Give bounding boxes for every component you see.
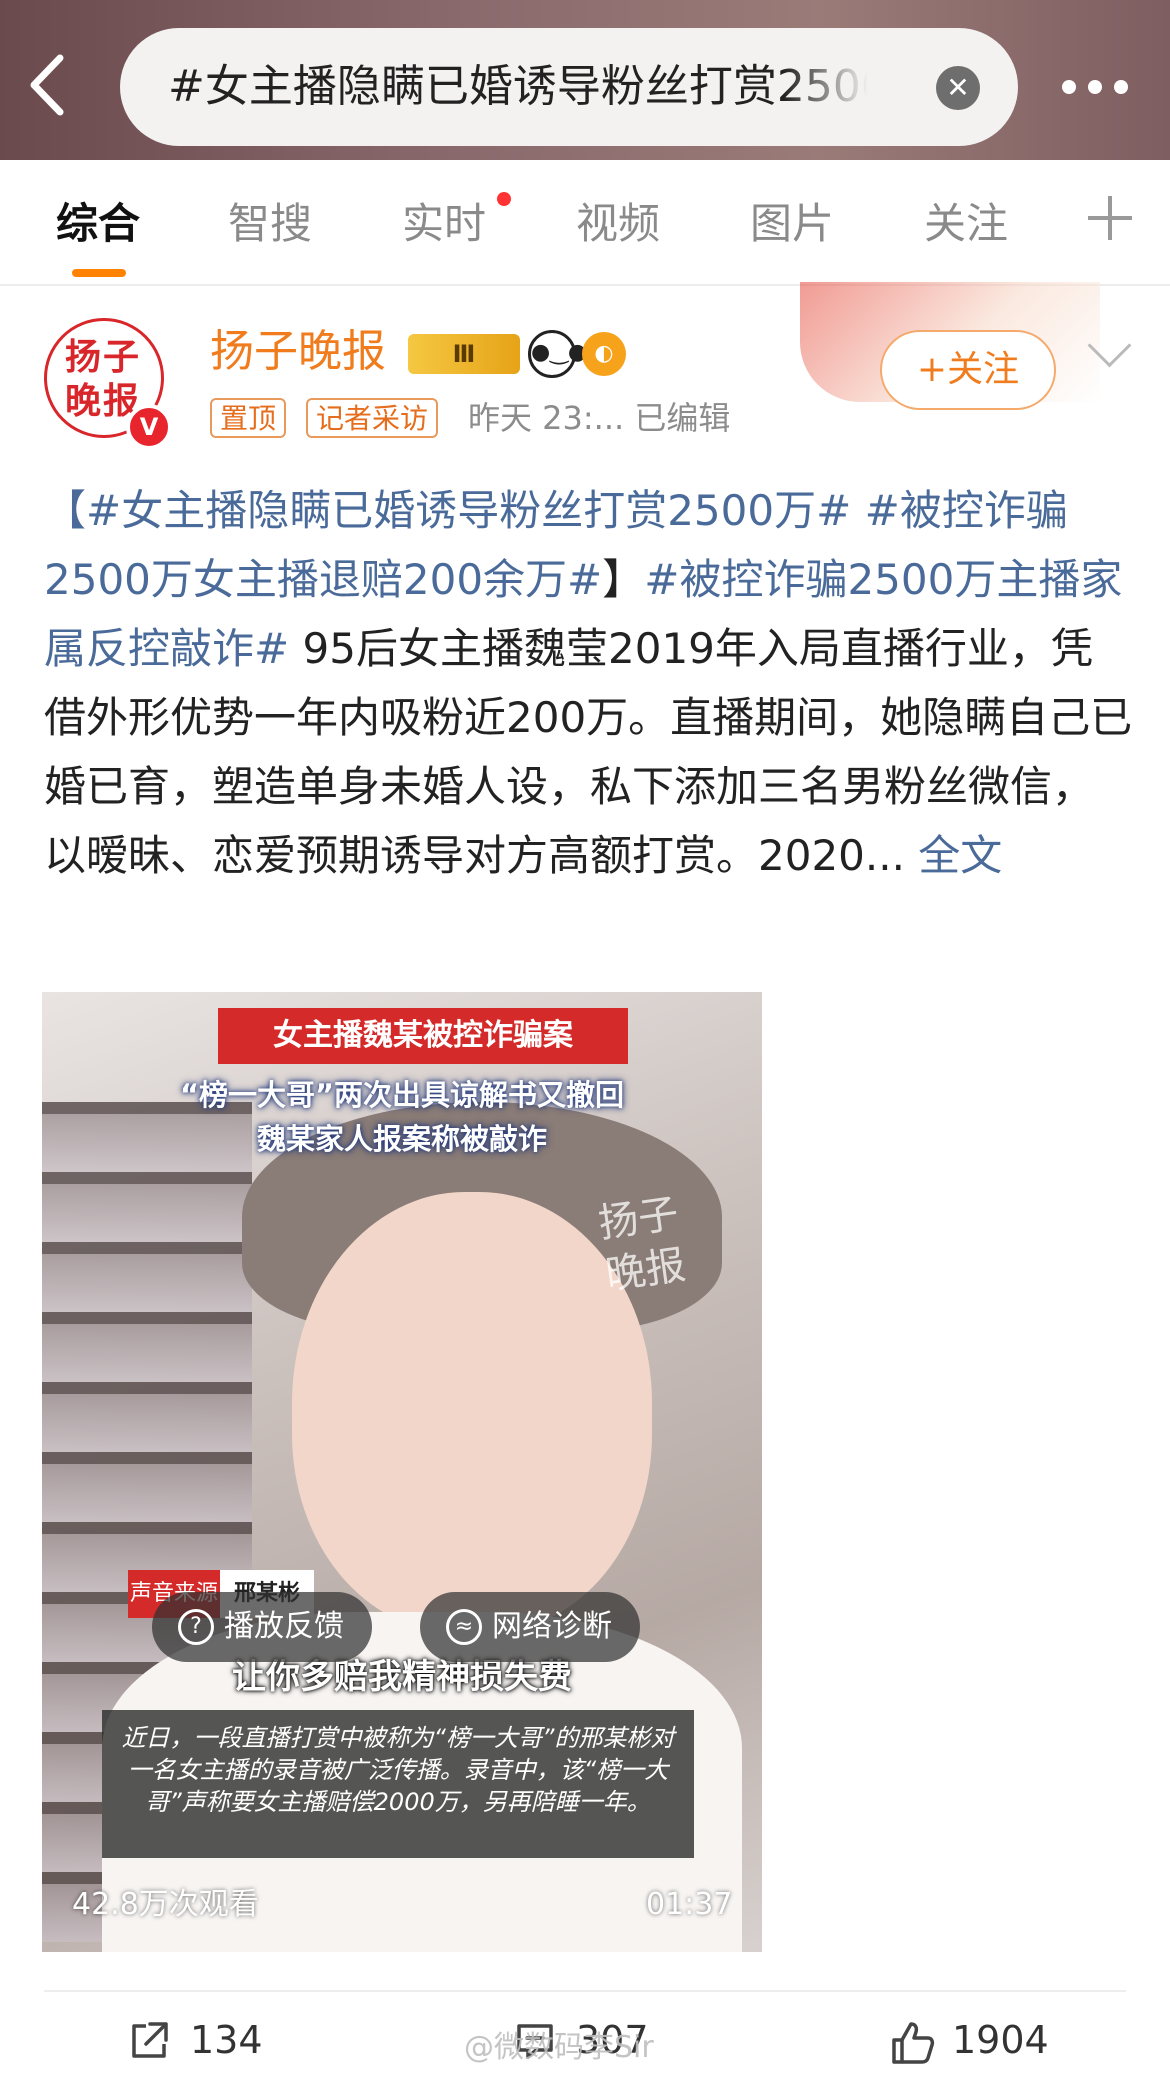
dot-icon [1114,80,1128,94]
video-player[interactable]: 女主播魏某被控诈骗案 “榜一大哥”两次出具谅解书又撤回 魏某家人报案称被敲诈 扬… [42,992,762,1952]
dot-icon [1088,80,1102,94]
search-query[interactable]: #女主播隐瞒已婚诱导粉丝打赏2500 [168,28,868,146]
tab-comprehensive[interactable]: 综合 [56,196,140,252]
thumbs-up-icon [892,2022,935,2064]
network-diagnose-button[interactable]: ≈ 网络诊断 [420,1592,640,1662]
video-subject-face [292,1192,652,1632]
screenshot-watermark: @微数码李Sir [464,2030,654,2065]
tab-video[interactable]: 视频 [576,196,660,252]
fish-badge-icon[interactable]: ◐ [582,332,626,376]
view-count: 42.8万次观看 [72,1887,259,1922]
top-bar: #女主播隐瞒已婚诱导粉丝打赏2500 ✕ [0,0,1170,160]
pinned-tag: 置顶 [210,398,287,438]
chevron-left-icon [30,54,64,116]
tab-smart-search[interactable]: 智搜 [228,196,312,252]
author-name[interactable]: 扬子晚报 [210,322,386,382]
verified-icon: V [126,404,172,450]
reporter-tag: 记者采访 [306,398,439,438]
close-icon: ✕ [946,71,970,104]
post-text: 【#女主播隐瞒已婚诱导粉丝打赏2500万# #被控诈骗2500万女主播退赔200… [44,476,1134,890]
read-full-link[interactable]: 全文 [918,831,1002,880]
question-icon: ? [178,1609,214,1645]
crown-badge-icon[interactable]: Ⅲ [408,334,520,374]
video-watermark: 扬子晚报 [595,1190,689,1299]
like-count: 1904 [952,2018,1049,2062]
share-button[interactable]: 134 [128,2010,288,2070]
tab-images[interactable]: 图片 [750,196,834,252]
video-duration: 01:37 [646,1887,733,1922]
hashtag-link[interactable]: 【#女主播隐瞒已婚诱导粉丝打赏2500万# [44,486,851,535]
video-caption: 让你多赔我精神损失费 [232,1657,572,1697]
wifi-icon: ≈ [446,1609,482,1645]
share-count: 134 [190,2018,263,2062]
active-tab-indicator [72,269,126,277]
new-content-dot [497,192,511,206]
panda-badge-icon[interactable]: ●‿● [528,330,587,378]
dot-icon [1062,80,1076,94]
clear-search-button[interactable]: ✕ [936,66,980,110]
video-subtitle: “榜一大哥”两次出具谅解书又撤回 [179,1078,625,1112]
divider [44,1990,1126,1992]
more-options-button[interactable] [1058,58,1138,118]
video-title: 女主播魏某被控诈骗案 [218,1008,628,1064]
tab-realtime[interactable]: 实时 [402,196,486,252]
back-button[interactable] [26,50,86,130]
video-text-box: 近日，一段直播打赏中被称为“榜一大哥”的邢某彬对一名女主播的录音被广泛传播。录音… [102,1710,694,1858]
follow-button[interactable]: +关注 [880,330,1056,410]
share-icon [132,2022,168,2058]
add-tab-icon[interactable] [1086,194,1134,242]
bracket-text: 】 [602,555,645,604]
search-input[interactable]: #女主播隐瞒已婚诱导粉丝打赏2500 ✕ [120,28,1018,146]
search-tabs: 综合 智搜 实时 视频 图片 关注 [0,160,1170,286]
like-button[interactable]: 1904 [890,2010,1070,2070]
playback-feedback-button[interactable]: ? 播放反馈 [152,1592,372,1662]
tab-following[interactable]: 关注 [924,196,1008,252]
post-time: 昨天 23:... 已编辑 [468,399,731,437]
video-subtitle: 魏某家人报案称被敲诈 [256,1122,547,1156]
